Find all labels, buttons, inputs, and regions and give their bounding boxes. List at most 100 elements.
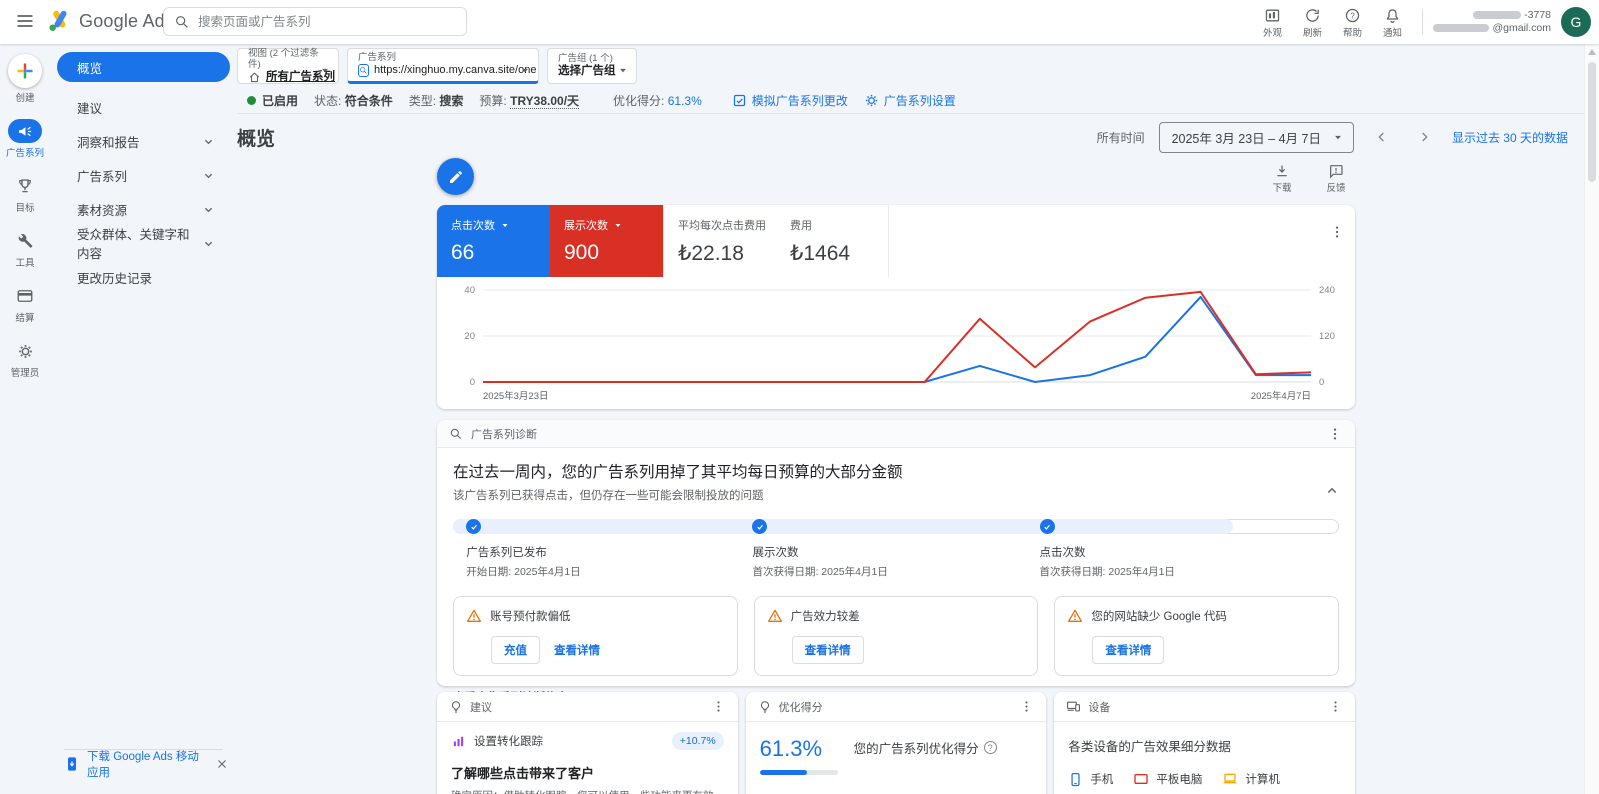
download-button[interactable]: 下载 bbox=[1265, 160, 1299, 194]
download-mobile-app-link[interactable]: 下载 Google Ads 移动应用 bbox=[64, 748, 229, 780]
avatar[interactable]: G bbox=[1561, 7, 1591, 37]
view-details-button[interactable]: 查看详情 bbox=[1092, 636, 1164, 664]
campaign-selector[interactable]: 广告系列 https://xinghuo.my.canva.site/one bbox=[347, 48, 539, 84]
home-icon bbox=[248, 71, 261, 84]
metric-avg-cpc[interactable]: 平均每次点击费用 ₺22.18 bbox=[663, 205, 776, 277]
chevron-up-icon bbox=[1323, 482, 1341, 500]
top-up-button[interactable]: 充值 bbox=[491, 636, 540, 664]
search-input[interactable] bbox=[198, 15, 456, 29]
recommendation-item-label[interactable]: 设置转化跟踪 bbox=[474, 733, 543, 749]
show-last-30-days-link[interactable]: 显示过去 30 天的数据 bbox=[1452, 129, 1568, 146]
rail-item-campaigns[interactable]: 广告系列 bbox=[0, 119, 50, 159]
collapse-button[interactable] bbox=[1323, 482, 1341, 500]
rail-label: 目标 bbox=[0, 200, 50, 214]
metric-cost[interactable]: 费用 ₺1464 bbox=[776, 205, 889, 277]
sidebar-item-insights-reports[interactable]: 洞察和报告 bbox=[57, 126, 230, 156]
simulate-changes-link[interactable]: 模拟广告系列更改 bbox=[732, 92, 848, 109]
scroll-up-arrow[interactable] bbox=[1588, 49, 1596, 55]
date-range-picker[interactable]: 2025年 3月 23日 – 4月 7日 bbox=[1159, 122, 1354, 153]
hamburger-menu-icon[interactable] bbox=[15, 11, 35, 31]
close-icon[interactable] bbox=[215, 757, 229, 771]
scrollbar-thumb[interactable] bbox=[1588, 62, 1596, 182]
billing-card-icon bbox=[16, 287, 34, 305]
rail-label: 广告系列 bbox=[0, 145, 50, 159]
sidebar-item-overview[interactable]: 概览 bbox=[57, 52, 230, 82]
y-axis-tick: 40 bbox=[464, 285, 475, 296]
vertical-scrollbar[interactable] bbox=[1584, 44, 1599, 794]
status-value[interactable]: 符合条件 bbox=[345, 94, 393, 108]
card-menu-button[interactable] bbox=[1019, 699, 1034, 714]
feedback-button[interactable]: 反馈 bbox=[1319, 160, 1353, 194]
create-button[interactable]: 创建 bbox=[8, 54, 42, 104]
warning-title: 账号预付款偏低 bbox=[490, 608, 571, 624]
view-details-link[interactable]: 查看详情 bbox=[554, 642, 600, 658]
help-button[interactable]: 帮助 bbox=[1332, 5, 1372, 39]
performance-line-chart[interactable]: 40 20 0 240 120 0 2025年3月23日 2025年4月7日 bbox=[437, 277, 1355, 405]
optscore-value[interactable]: 61.3% bbox=[668, 94, 702, 108]
card-menu-button[interactable] bbox=[711, 699, 726, 714]
sidebar-item-recommendations[interactable]: 建议 bbox=[57, 92, 230, 122]
rail-item-tools[interactable]: 工具 bbox=[0, 229, 50, 269]
conversion-bars-icon bbox=[451, 734, 466, 749]
sidebar-nav: 概览 建议 洞察和报告 广告系列 素材资源 受众群体、关键字和内容 更改历史记录… bbox=[50, 44, 237, 794]
card-menu-button[interactable] bbox=[1328, 699, 1343, 714]
rail-item-billing[interactable]: 结算 bbox=[0, 284, 50, 324]
edit-fab-button[interactable] bbox=[437, 158, 474, 195]
megaphone-icon bbox=[17, 123, 34, 140]
simulate-label: 模拟广告系列更改 bbox=[752, 92, 848, 109]
metric-impressions[interactable]: 展示次数 900 bbox=[550, 205, 663, 277]
time-range-label: 所有时间 bbox=[1097, 129, 1145, 146]
top-app-bar: Google Ads 外观 刷新 帮助 通知 -3778 @gmail.com … bbox=[0, 0, 1599, 44]
promo-label: 下载 Google Ads 移动应用 bbox=[87, 748, 208, 780]
legend-label: 平板电脑 bbox=[1156, 771, 1202, 787]
feedback-icon bbox=[1328, 163, 1344, 179]
sidebar-item-change-history[interactable]: 更改历史记录 bbox=[57, 262, 230, 292]
milestone-title: 广告系列已发布 bbox=[466, 544, 580, 560]
budget-label: 预算: bbox=[479, 94, 506, 108]
google-ads-logo[interactable]: Google Ads bbox=[46, 8, 174, 34]
warning-missing-google-tag: 您的网站缺少 Google 代码 查看详情 bbox=[1054, 596, 1339, 676]
global-search[interactable] bbox=[163, 7, 467, 36]
trophy-icon bbox=[16, 177, 34, 195]
sidebar-item-label: 更改历史记录 bbox=[77, 268, 152, 287]
optimization-score-value: 61.3% bbox=[760, 736, 838, 762]
page-title: 概览 bbox=[237, 124, 275, 151]
warning-icon bbox=[767, 608, 783, 624]
chart-line-impressions bbox=[483, 292, 1311, 382]
campaign-selector-bar: 视图 (2 个过滤条件) 所有广告系列 广告系列 https://xinghuo… bbox=[237, 48, 637, 84]
phone-download-icon bbox=[64, 756, 80, 772]
sidebar-item-assets[interactable]: 素材资源 bbox=[57, 194, 230, 224]
refresh-button[interactable]: 刷新 bbox=[1292, 5, 1332, 39]
view-selector[interactable]: 视图 (2 个过滤条件) 所有广告系列 bbox=[237, 48, 339, 84]
adgroup-selector[interactable]: 广告组 (1 个) 选择广告组 bbox=[547, 48, 637, 84]
notifications-button[interactable]: 通知 bbox=[1372, 5, 1412, 39]
sidebar-item-audiences-keywords[interactable]: 受众群体、关键字和内容 bbox=[57, 228, 230, 258]
milestone-title: 展示次数 bbox=[752, 544, 887, 560]
uplift-badge: +10.7% bbox=[672, 732, 724, 750]
download-label: 下载 bbox=[1265, 180, 1299, 194]
budget-value[interactable]: TRY38.00/天 bbox=[510, 94, 579, 109]
rail-item-admin[interactable]: 管理员 bbox=[0, 339, 50, 379]
optimization-score-bar bbox=[760, 770, 838, 775]
metric-clicks[interactable]: 点击次数 66 bbox=[437, 205, 550, 277]
help-circle-icon[interactable]: ? bbox=[984, 741, 997, 754]
milestone-progress-track bbox=[453, 519, 1339, 534]
x-axis-end-label: 2025年4月7日 bbox=[1251, 390, 1311, 402]
account-id-suffix: -3778 bbox=[1524, 9, 1551, 21]
previous-period-button[interactable] bbox=[1368, 128, 1396, 146]
redacted-account-id bbox=[1473, 11, 1521, 19]
appearance-button[interactable]: 外观 bbox=[1252, 5, 1292, 39]
recommendations-card: 建议 设置转化跟踪 +10.7% 了解哪些点击带来了客户 确定原因：借助转化跟踪… bbox=[437, 692, 738, 794]
diagnostics-menu-button[interactable] bbox=[1327, 426, 1343, 442]
y2-axis-tick: 240 bbox=[1319, 285, 1335, 296]
chart-menu-button[interactable] bbox=[1329, 223, 1345, 241]
rail-item-goals[interactable]: 目标 bbox=[0, 174, 50, 214]
chart-line-clicks bbox=[483, 297, 1311, 382]
campaign-settings-link[interactable]: 广告系列设置 bbox=[864, 92, 956, 109]
tools-icon bbox=[17, 233, 33, 249]
sidebar-item-campaigns[interactable]: 广告系列 bbox=[57, 160, 230, 190]
next-period-button[interactable] bbox=[1410, 128, 1438, 146]
view-details-button[interactable]: 查看详情 bbox=[792, 636, 864, 664]
caret-down-icon bbox=[612, 219, 624, 231]
phone-icon bbox=[1068, 772, 1083, 787]
